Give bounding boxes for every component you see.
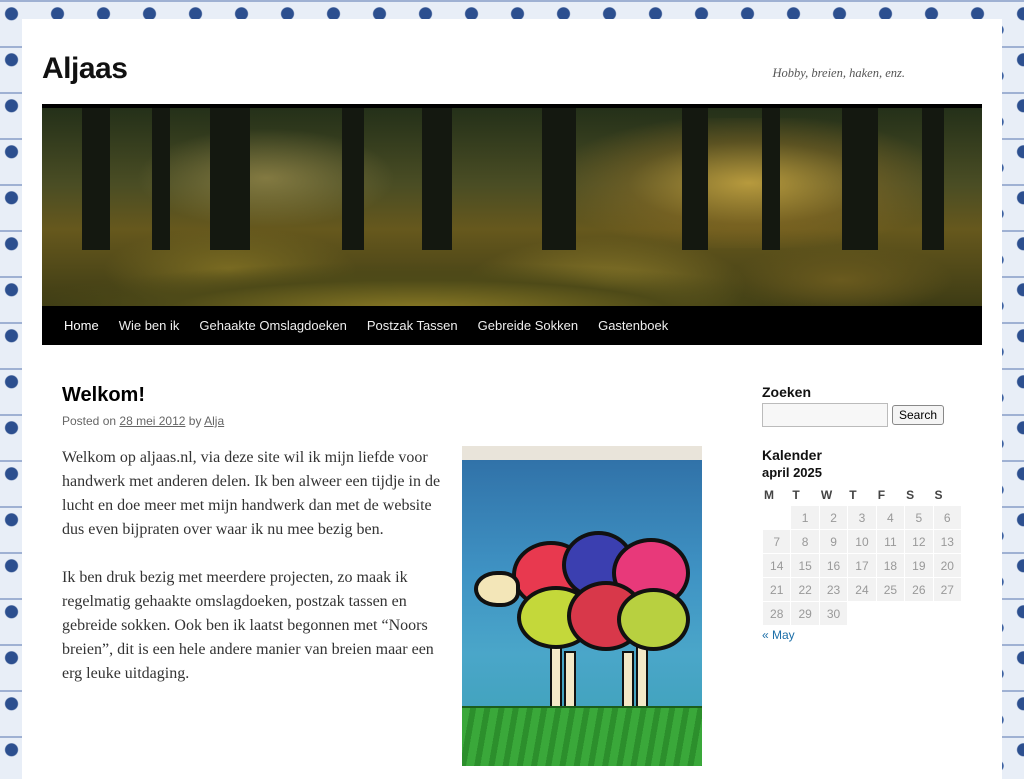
header-banner-image[interactable]	[42, 104, 982, 310]
post-paragraph: Ik ben druk bezig met meerdere projecten…	[62, 569, 434, 682]
post-meta: Posted on 28 mei 2012 by Alja	[62, 414, 712, 428]
nav-item-home[interactable]: Home	[42, 306, 109, 345]
calendar-day: 13	[933, 530, 961, 553]
calendar-day: 3	[848, 506, 876, 529]
calendar-day: 27	[933, 578, 961, 601]
post-title[interactable]: Welkom!	[62, 384, 712, 407]
calendar-weekday: S	[934, 488, 943, 502]
search-widget-title: Zoeken	[762, 384, 812, 400]
sidebar: Zoeken Search Kalender april 2025 M T W …	[762, 384, 962, 644]
nav-item-wie-ben-ik[interactable]: Wie ben ik	[109, 306, 190, 345]
calendar-empty-cell	[763, 506, 790, 529]
post-meta-prefix: Posted on	[62, 414, 117, 428]
calendar-day: 23	[819, 578, 848, 601]
calendar-day: 30	[819, 602, 848, 625]
search-form: Search	[762, 403, 962, 427]
calendar-weekday: T	[849, 488, 857, 502]
post-content: Welkom! Posted on 28 mei 2012 by Alja We…	[62, 384, 712, 766]
page-wrapper: Aljaas Hobby, breien, haken, enz. Home W…	[22, 19, 1002, 779]
calendar-weekday: W	[820, 488, 833, 502]
calendar-empty-cell	[848, 602, 875, 625]
site-title[interactable]: Aljaas	[42, 52, 128, 86]
calendar-day: 10	[848, 530, 876, 553]
calendar-caption: april 2025	[762, 465, 822, 480]
calendar-day: 22	[791, 578, 819, 601]
calendar-day: 28	[763, 602, 791, 625]
calendar-widget: Kalender april 2025 M T W T F S S 123456…	[762, 447, 962, 644]
site-description: Hobby, breien, haken, enz.	[772, 66, 906, 80]
calendar-day: 1	[791, 506, 819, 529]
post-body: Welkom op aljaas.nl, via deze site wil i…	[62, 446, 712, 766]
calendar-weekday: F	[877, 488, 886, 502]
sheep-painting-image[interactable]	[462, 446, 702, 766]
calendar-prev-month-link[interactable]: « May	[762, 628, 795, 642]
nav-item-gastenboek[interactable]: Gastenboek	[588, 306, 678, 345]
calendar-day: 19	[905, 554, 933, 577]
calendar-day: 17	[848, 554, 876, 577]
calendar-weekday: M	[764, 488, 774, 502]
calendar-weekday: T	[792, 488, 800, 502]
calendar-day: 18	[876, 554, 905, 577]
post-text: Welkom op aljaas.nl, via deze site wil i…	[62, 446, 442, 686]
calendar-day: 5	[905, 506, 933, 529]
nav-item-gebreide-sokken[interactable]: Gebreide Sokken	[468, 306, 588, 345]
calendar-day: 26	[905, 578, 933, 601]
calendar-day: 11	[876, 530, 905, 553]
calendar-day: 14	[763, 554, 791, 577]
calendar-day: 24	[848, 578, 876, 601]
calendar-empty-cell	[934, 602, 961, 625]
calendar-week-row: 21 22 23 24 25 26 27	[763, 578, 961, 601]
calendar-table: M T W T F S S 1 2 3 4 5 6 7 8 9 10 11 12 13 14 15 16 17 1…	[762, 484, 962, 626]
post-date-link[interactable]: 28 mei 2012	[119, 414, 185, 428]
search-button[interactable]: Search	[892, 405, 945, 425]
calendar-day: 7	[763, 530, 791, 553]
calendar-weekday: S	[906, 488, 915, 502]
calendar-day: 20	[933, 554, 961, 577]
calendar-day: 9	[819, 530, 848, 553]
calendar-widget-title: Kalender	[762, 447, 822, 463]
calendar-day: 8	[791, 530, 819, 553]
calendar-week-row: 7 8 9 10 11 12 13	[763, 530, 961, 553]
calendar-empty-cell	[877, 602, 904, 625]
nav-item-postzak-tassen[interactable]: Postzak Tassen	[357, 306, 468, 345]
calendar-week-row: 28 29 30	[763, 602, 961, 625]
post-author-link[interactable]: Alja	[204, 414, 224, 428]
calendar-week-row: 123456	[763, 506, 961, 529]
calendar-day: 21	[763, 578, 791, 601]
calendar-day: 29	[791, 602, 819, 625]
search-input[interactable]	[762, 403, 888, 427]
post-meta-by: by	[188, 414, 202, 428]
search-widget: Zoeken Search	[762, 384, 962, 427]
calendar-day: 12	[905, 530, 933, 553]
calendar-day: 6	[933, 506, 961, 529]
main-navigation: Home Wie ben ik Gehaakte Omslagdoeken Po…	[42, 306, 982, 345]
nav-item-gehaakte-omslagdoeken[interactable]: Gehaakte Omslagdoeken	[189, 306, 356, 345]
calendar-day: 2	[819, 506, 848, 529]
calendar-empty-cell	[905, 602, 932, 625]
calendar-day: 15	[791, 554, 819, 577]
post-paragraph: Welkom op aljaas.nl, via deze site wil i…	[62, 449, 441, 538]
calendar-day: 4	[876, 506, 905, 529]
calendar-day: 25	[876, 578, 905, 601]
calendar-week-row: 14 15 16 17 18 19 20	[763, 554, 961, 577]
calendar-day: 16	[819, 554, 848, 577]
